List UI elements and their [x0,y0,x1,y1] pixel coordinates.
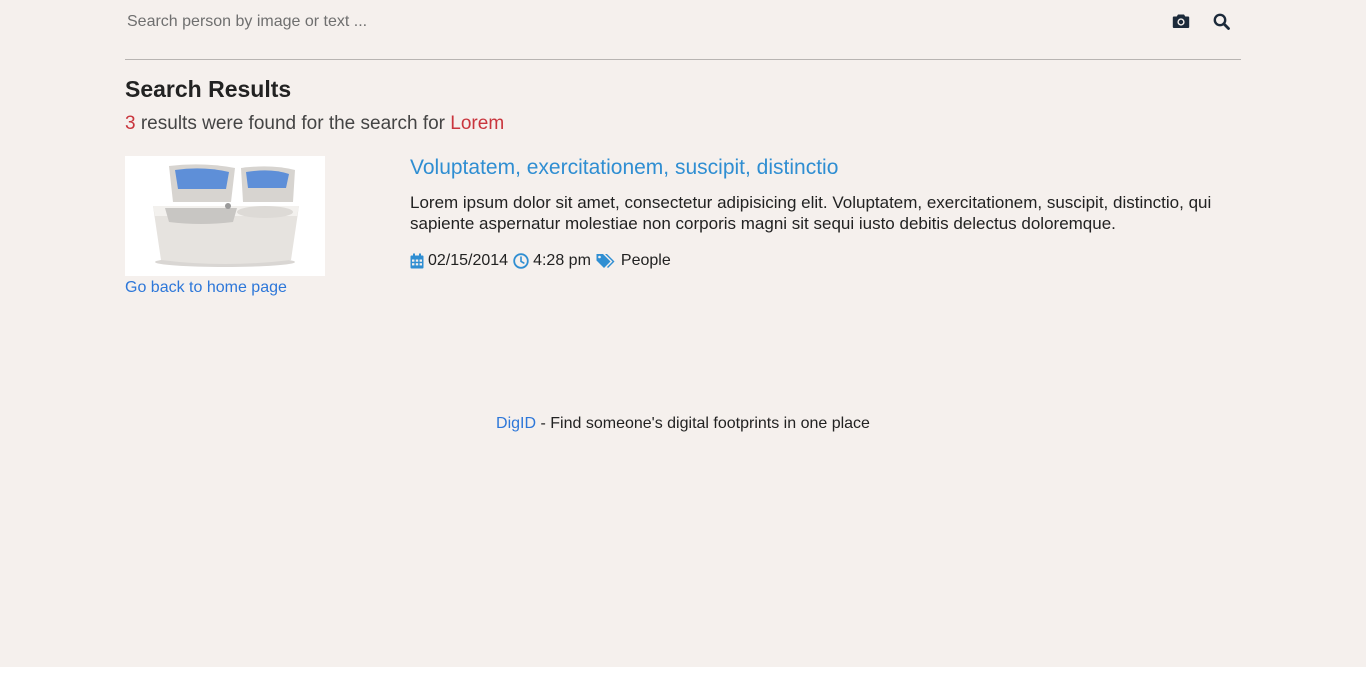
home-link[interactable]: Go back to home page [125,279,287,297]
search-icon[interactable] [1211,11,1231,31]
search-bar [125,0,1241,60]
footer-tagline: - Find someone's digital footprints in o… [536,415,870,432]
search-query: Lorem [450,113,505,134]
results-count: 3 [125,113,136,134]
footer-brand-link[interactable]: DigID [496,415,536,432]
results-summary: 3 results were found for the search for … [125,113,504,135]
result-tag[interactable]: People [621,252,671,270]
search-input[interactable] [125,6,1149,38]
clock-icon [513,253,529,269]
result-time: 4:28 pm [533,252,591,269]
calendar-icon [410,253,424,269]
result-title-link[interactable]: Voluptatem, exercitationem, suscipit, di… [410,156,838,180]
page-title: Search Results [125,76,292,102]
results-summary-text: results were found for the search for [135,113,451,134]
tags-icon [596,253,617,269]
result-date: 02/15/2014 [428,252,509,269]
result-description: Lorem ipsum dolor sit amet, consectetur … [410,193,1212,233]
result-meta: 02/15/2014 4:28 pm People [410,252,671,270]
result-thumbnail[interactable] [125,156,325,276]
footer: DigID - Find someone's digital footprint… [0,415,1366,433]
camera-icon[interactable] [1171,11,1191,31]
page: Search Results 3 results were found for … [0,0,1366,667]
